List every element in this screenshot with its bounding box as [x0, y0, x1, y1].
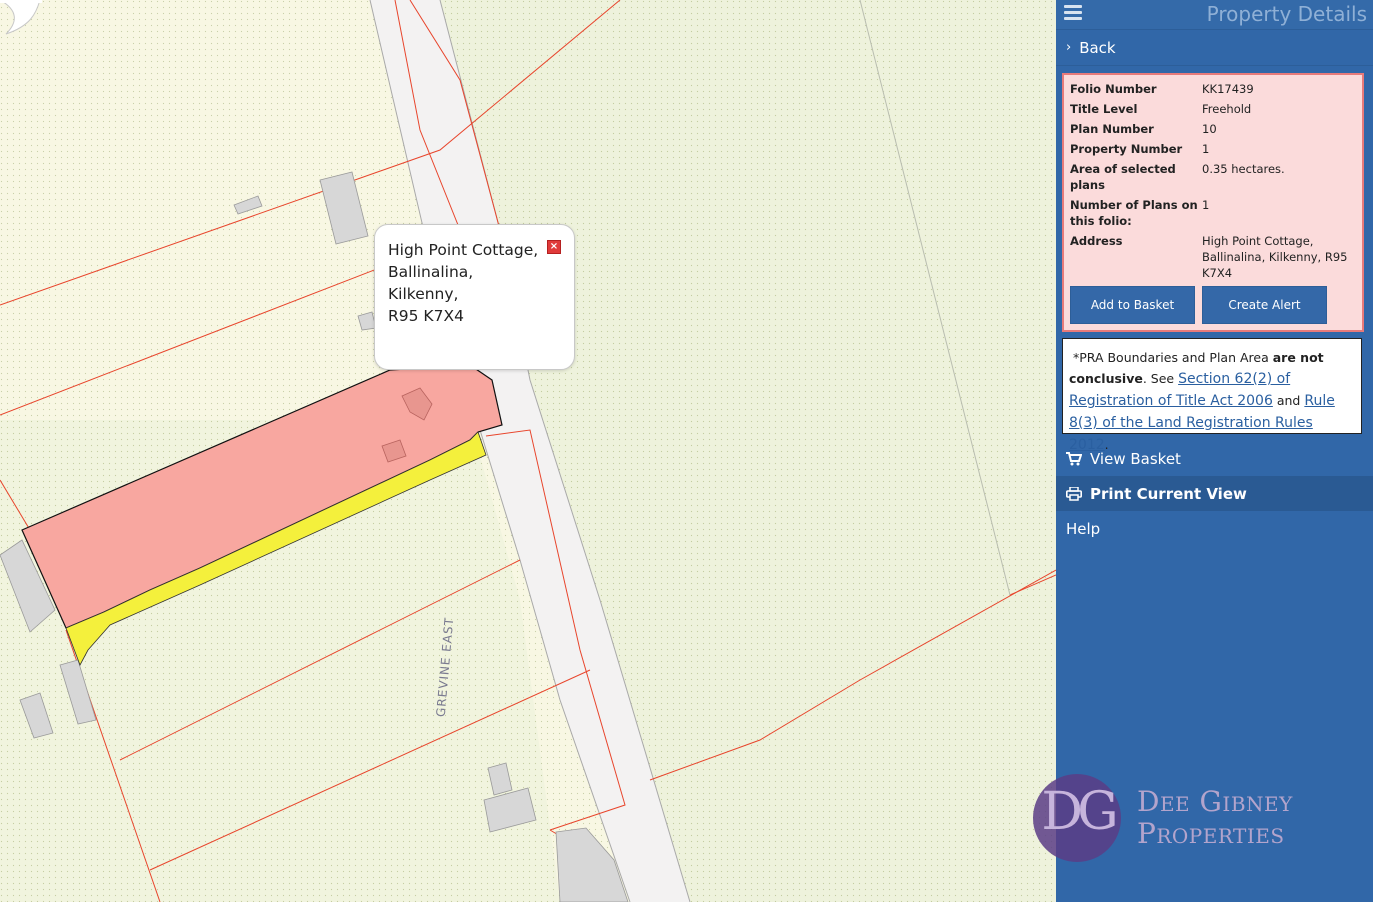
chevron-right-icon: › — [1066, 40, 1072, 55]
detail-key: Address — [1070, 234, 1123, 248]
logo-line-1: Dee Gibney — [1137, 785, 1293, 818]
disclaimer-see: . See — [1142, 371, 1179, 386]
popup-line-2: Ballinalina, — [388, 263, 474, 281]
popup-line-3: Kilkenny, — [388, 285, 459, 303]
map-view[interactable]: GREVINE EAST High Point Cottage, Ballina… — [0, 0, 1056, 902]
add-to-basket-button[interactable]: Add to Basket — [1070, 286, 1195, 324]
disclaimer-and: and — [1272, 393, 1305, 408]
map-canvas[interactable] — [0, 0, 1056, 902]
logo-line-2: Properties — [1137, 817, 1285, 850]
logo-text: Dee Gibney Properties — [1137, 786, 1293, 850]
detail-key: Property Number — [1070, 142, 1183, 156]
popup-tail — [0, 0, 42, 35]
address-popup: High Point Cottage, Ballinalina, Kilkenn… — [374, 224, 575, 370]
detail-key: Title Level — [1070, 102, 1138, 116]
create-alert-button[interactable]: Create Alert — [1202, 286, 1327, 324]
popup-address: High Point Cottage, Ballinalina, Kilkenn… — [388, 239, 548, 327]
detail-row-property-number: Property Number 1 — [1070, 141, 1356, 157]
detail-actions: Add to Basket Create Alert — [1070, 286, 1327, 324]
plan-number-value: 10 — [1202, 122, 1217, 136]
detail-key: Plan Number — [1070, 122, 1154, 136]
property-details-box: Folio Number KK17439 Title Level Freehol… — [1062, 73, 1364, 332]
title-level-value: Freehold — [1202, 102, 1252, 116]
popup-close-icon[interactable]: × — [547, 240, 561, 254]
disclaimer-prefix: *PRA Boundaries and Plan Area — [1072, 350, 1273, 365]
back-button[interactable]: › Back — [1056, 30, 1373, 66]
area-value: 0.35 hectares. — [1202, 162, 1285, 176]
disclaimer-box: *PRA Boundaries and Plan Area are not co… — [1062, 338, 1362, 453]
detail-row-area: Area of selected plans 0.35 hectares. — [1070, 161, 1356, 193]
detail-key: Area of selected plans — [1070, 162, 1176, 192]
logo-mark: DG — [1041, 782, 1118, 842]
print-current-view-label: Print Current View — [1090, 484, 1247, 503]
help-label: Help — [1066, 519, 1101, 538]
panel-title: Property Details — [1206, 2, 1367, 26]
popup-line-4: R95 K7X4 — [388, 307, 464, 325]
property-details-panel: Property Details › Back Folio Number KK1… — [1056, 0, 1373, 902]
detail-row-address: Address High Point Cottage, Ballinalina,… — [1070, 233, 1356, 281]
back-label: Back — [1079, 38, 1116, 57]
hamburger-menu-icon[interactable] — [1064, 5, 1082, 21]
view-basket-item[interactable]: View Basket — [1056, 441, 1373, 476]
panel-header: Property Details — [1056, 0, 1373, 30]
shopping-cart-icon — [1066, 451, 1082, 466]
address-value: High Point Cottage, Ballinalina, Kilkenn… — [1202, 234, 1348, 280]
num-plans-value: 1 — [1202, 198, 1210, 212]
panel-menu: View Basket Print Current View Help — [1056, 441, 1373, 546]
folio-number-value: KK17439 — [1202, 82, 1254, 96]
view-basket-label: View Basket — [1090, 449, 1181, 468]
detail-key: Number of Plans on this folio: — [1070, 198, 1198, 228]
detail-row-num-plans: Number of Plans on this folio: 1 — [1070, 197, 1356, 229]
detail-key: Folio Number — [1070, 82, 1157, 96]
print-current-view-item[interactable]: Print Current View — [1056, 476, 1373, 511]
detail-row-title-level: Title Level Freehold — [1070, 101, 1356, 117]
help-item[interactable]: Help — [1056, 511, 1373, 546]
printer-icon — [1066, 486, 1082, 501]
detail-row-plan-number: Plan Number 10 — [1070, 121, 1356, 137]
detail-row-folio: Folio Number KK17439 — [1070, 81, 1356, 97]
popup-line-1: High Point Cottage, — [388, 241, 539, 259]
dee-gibney-logo: DG Dee Gibney Properties — [1033, 774, 1353, 864]
property-number-value: 1 — [1202, 142, 1210, 156]
